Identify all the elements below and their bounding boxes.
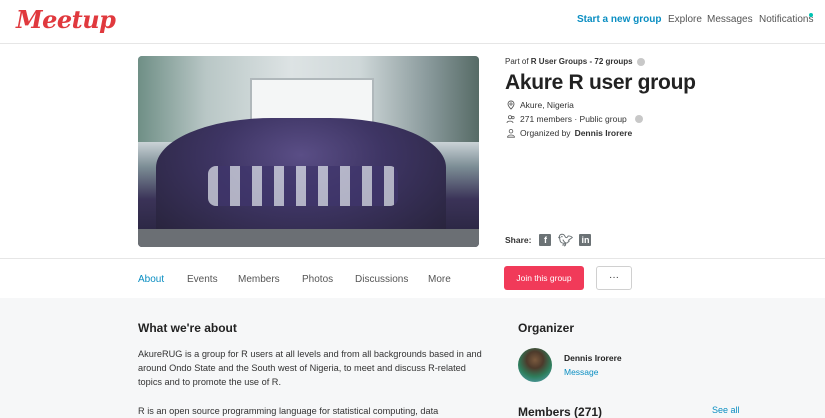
meetup-logo[interactable]: Meetup [16, 5, 116, 34]
more-options-button[interactable]: ··· [596, 266, 632, 290]
organizer-heading: Organizer [518, 321, 575, 335]
group-members-summary: 271 members · Public group [506, 114, 643, 124]
tab-about[interactable]: About [138, 274, 164, 285]
person-icon [507, 129, 515, 138]
group-tab-bar: About Events Members Photos Discussions … [0, 258, 825, 298]
tab-more[interactable]: More [428, 274, 451, 285]
tab-events[interactable]: Events [187, 274, 218, 285]
about-paragraph: AkureRUG is a group for R users at all l… [138, 349, 482, 387]
members-summary-text: 271 members · Public group [520, 114, 627, 124]
top-navigation: Meetup Start a new group Explore Message… [0, 0, 825, 44]
group-location: Akure, Nigeria [506, 100, 574, 110]
organizer-link[interactable]: Dennis Irorere [575, 128, 633, 138]
photo-floor [138, 229, 479, 247]
location-text: Akure, Nigeria [520, 100, 574, 110]
info-icon[interactable] [634, 115, 643, 123]
avatar[interactable] [518, 348, 552, 382]
facebook-icon[interactable]: f [539, 234, 552, 246]
twitter-icon[interactable]: 🐦︎ [558, 233, 573, 247]
info-icon[interactable] [636, 57, 645, 66]
join-group-button[interactable]: Join this group [504, 266, 584, 290]
explore-link[interactable]: Explore [668, 14, 702, 25]
about-heading: What we're about [138, 321, 237, 335]
group-title: Akure R user group [505, 71, 696, 94]
members-icon [506, 115, 515, 124]
group-organizer-line: Organized by Dennis Irorere [506, 128, 632, 138]
notification-dot-icon [809, 13, 813, 17]
tab-members[interactable]: Members [238, 274, 280, 285]
share-label: Share: [505, 235, 532, 245]
about-paragraph: R is an open source programming language… [138, 406, 439, 416]
start-new-group-link[interactable]: Start a new group [577, 14, 661, 25]
network-link[interactable]: R User Groups - 72 groups [531, 57, 633, 66]
organized-by-prefix: Organized by [520, 128, 571, 138]
messages-link[interactable]: Messages [707, 14, 753, 25]
notifications-link[interactable]: Notifications [759, 14, 813, 25]
parent-network: Part of R User Groups - 72 groups [505, 57, 645, 66]
linkedin-icon[interactable]: in [579, 234, 592, 246]
tab-photos[interactable]: Photos [302, 274, 333, 285]
photo-shirts [208, 166, 398, 206]
share-row: Share: f 🐦︎ in [505, 233, 592, 247]
organizer-name[interactable]: Dennis Irorere [564, 353, 622, 363]
message-organizer-link[interactable]: Message [564, 367, 599, 377]
members-heading: Members (271) [518, 405, 603, 418]
tab-discussions[interactable]: Discussions [355, 274, 408, 285]
part-of-prefix: Part of [505, 57, 531, 66]
location-pin-icon [507, 100, 515, 110]
see-all-members-link[interactable]: See all [712, 405, 740, 415]
group-photo [138, 56, 479, 247]
